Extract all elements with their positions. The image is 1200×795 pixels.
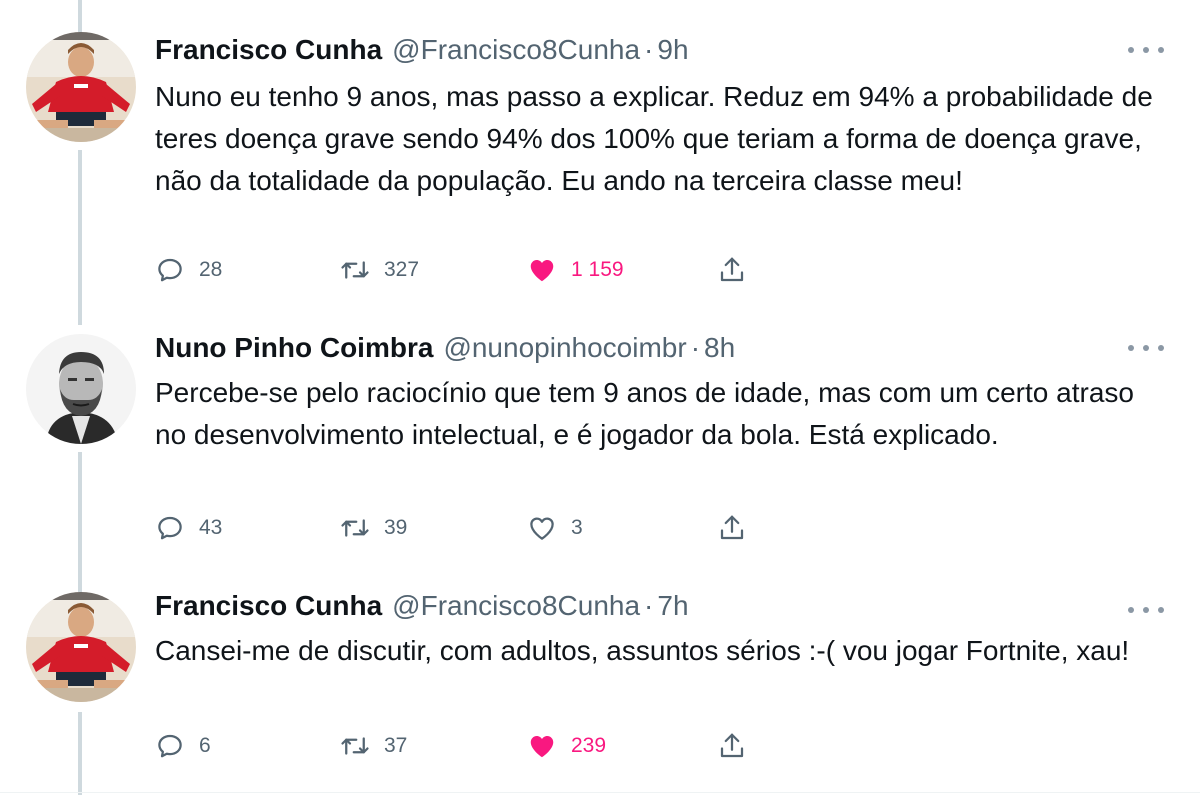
retweet-button[interactable]: 327 (340, 252, 419, 288)
like-count: 239 (571, 734, 607, 757)
author-name[interactable]: Francisco Cunha (155, 590, 382, 622)
share-icon (717, 255, 747, 285)
heart-icon (527, 255, 557, 285)
reply-button[interactable]: 43 (155, 510, 222, 546)
share-button[interactable] (717, 728, 747, 764)
tweet-text: Cansei-me de discutir, com adultos, assu… (155, 635, 1130, 666)
more-icon[interactable] (1128, 42, 1164, 58)
author-name[interactable]: Francisco Cunha (155, 34, 382, 66)
timestamp[interactable]: 9h (657, 34, 688, 66)
author-handle[interactable]: @Francisco8Cunha (392, 34, 640, 66)
share-icon (717, 731, 747, 761)
reply-count: 6 (199, 734, 211, 757)
tweet[interactable]: Francisco Cunha @Francisco8Cunha · 7h Ca… (0, 588, 1200, 788)
action-bar: 6 37 239 (155, 728, 755, 764)
share-button[interactable] (717, 510, 747, 546)
tweet[interactable]: Nuno Pinho Coimbra @nunopinhocoimbr · 8h… (0, 330, 1200, 560)
reply-button[interactable]: 6 (155, 728, 211, 764)
share-button[interactable] (717, 252, 747, 288)
separator-dot: · (690, 332, 701, 363)
action-bar: 28 327 1 159 (155, 252, 755, 288)
author-handle[interactable]: @nunopinhocoimbr (443, 332, 686, 364)
reply-count: 43 (199, 516, 223, 539)
reply-button[interactable]: 28 (155, 252, 222, 288)
timestamp[interactable]: 8h (704, 332, 735, 364)
more-icon[interactable] (1128, 340, 1164, 356)
retweet-icon (340, 255, 370, 285)
like-count: 1 159 (571, 258, 624, 281)
retweet-count: 327 (384, 258, 420, 281)
separator-dot: · (644, 590, 654, 621)
retweet-button[interactable]: 37 (340, 728, 407, 764)
like-button[interactable]: 239 (527, 728, 606, 764)
reply-icon (155, 513, 185, 543)
tweet-header: Francisco Cunha @Francisco8Cunha · 9h (155, 30, 689, 70)
reply-count: 28 (199, 258, 223, 281)
timestamp[interactable]: 7h (657, 590, 688, 622)
heart-icon (527, 731, 557, 761)
separator-dot: · (644, 34, 654, 65)
avatar[interactable] (26, 592, 136, 702)
tweet-header: Nuno Pinho Coimbra @nunopinhocoimbr · 8h (155, 328, 735, 368)
retweet-button[interactable]: 39 (340, 510, 407, 546)
tweet-header: Francisco Cunha @Francisco8Cunha · 7h (155, 586, 689, 626)
heart-icon (527, 513, 557, 543)
like-button[interactable]: 3 (527, 510, 583, 546)
retweet-icon (340, 731, 370, 761)
author-name[interactable]: Nuno Pinho Coimbra (155, 332, 433, 364)
more-icon[interactable] (1128, 602, 1164, 618)
action-bar: 43 39 3 (155, 510, 755, 546)
retweet-count: 39 (384, 516, 408, 539)
like-button[interactable]: 1 159 (527, 252, 624, 288)
reply-icon (155, 255, 185, 285)
share-icon (717, 513, 747, 543)
divider (0, 792, 1200, 793)
tweet-text: Nuno eu tenho 9 anos, mas passo a explic… (155, 81, 1153, 196)
retweet-count: 37 (384, 734, 408, 757)
tweet[interactable]: Francisco Cunha @Francisco8Cunha · 9h Nu… (0, 30, 1200, 310)
retweet-icon (340, 513, 370, 543)
tweet-text: Percebe-se pelo raciocínio que tem 9 ano… (155, 377, 1134, 450)
avatar[interactable] (26, 334, 136, 444)
author-handle[interactable]: @Francisco8Cunha (392, 590, 640, 622)
like-count: 3 (571, 516, 583, 539)
avatar[interactable] (26, 32, 136, 142)
reply-icon (155, 731, 185, 761)
